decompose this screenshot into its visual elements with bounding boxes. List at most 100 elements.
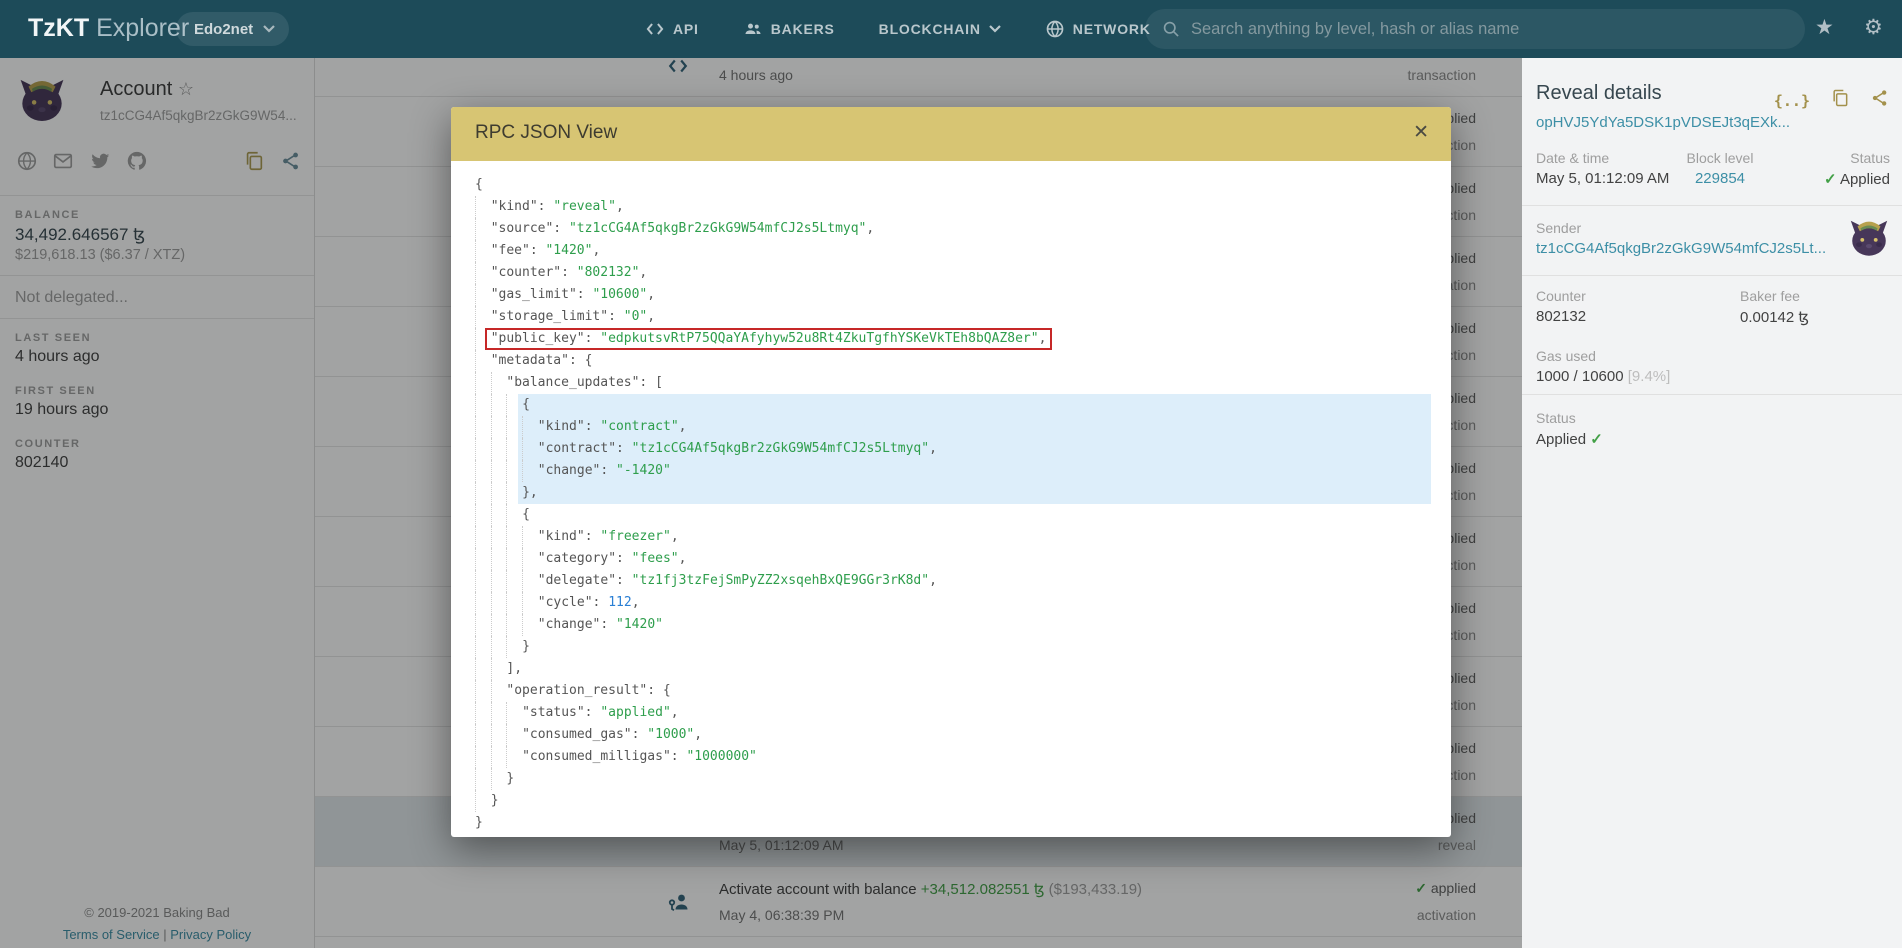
indent-guide (475, 768, 491, 790)
indent-guide (491, 592, 507, 614)
indent-guide (475, 372, 491, 394)
brand-bold: TzKT (28, 14, 89, 42)
brand-logo[interactable]: TzKT Explorer (28, 14, 189, 43)
indent-guide (491, 482, 507, 504)
json-code-line: "public_key": "edpkutsvRtP75QQaYAfyhyw52… (475, 328, 1451, 350)
block-level-link[interactable]: 229854 (1665, 170, 1775, 187)
indent-guide (475, 680, 491, 702)
globe-icon (1045, 19, 1065, 39)
json-code-line: "kind": "contract", (475, 416, 1451, 438)
indent-guide (475, 592, 491, 614)
indent-guide (475, 790, 491, 812)
date-value: May 5, 01:12:09 AM (1536, 170, 1669, 187)
close-icon[interactable]: ✕ (1413, 121, 1429, 144)
indent-guide (522, 592, 538, 614)
sender-avatar (1846, 214, 1892, 265)
chevron-down-icon (989, 25, 1001, 33)
nav-item-api[interactable]: API (645, 19, 699, 39)
highlighted-public-key-box: "public_key": "edpkutsvRtP75QQaYAfyhyw52… (485, 328, 1053, 350)
indent-guide (491, 680, 507, 702)
copy-icon[interactable] (1830, 88, 1850, 113)
gas-percent: [9.4%] (1628, 368, 1671, 385)
check-icon: ✓ (1824, 171, 1837, 188)
nav-item-label: BLOCKCHAIN (879, 21, 981, 37)
indent-guide (475, 416, 491, 438)
json-code-block: {"kind": "reveal","source": "tz1cCG4Af5q… (475, 174, 1451, 834)
json-code-line: "kind": "reveal", (475, 196, 1451, 218)
network-selector-label: Edo2net (194, 21, 253, 38)
indent-guide (506, 592, 522, 614)
indent-guide (475, 460, 491, 482)
baker-fee-value: 0.00142 ꜩ (1740, 308, 1809, 326)
nav-item-bakers[interactable]: BAKERS (743, 19, 835, 39)
sender-label: Sender (1536, 220, 1581, 236)
modal-header: RPC JSON View ✕ (451, 107, 1451, 161)
nav-menu: API BAKERS BLOCKCHAIN NETWORK (645, 0, 1151, 58)
counter-value: 802132 (1536, 308, 1586, 325)
status2-label: Status (1536, 410, 1576, 426)
chevron-down-icon (263, 25, 275, 33)
indent-guide (506, 482, 522, 504)
json-code-line: } (475, 768, 1451, 790)
favorites-star-icon[interactable]: ★ (1815, 17, 1834, 39)
json-code-line: ], (475, 658, 1451, 680)
json-code-line: "kind": "freezer", (475, 526, 1451, 548)
indent-guide (506, 438, 522, 460)
network-selector[interactable]: Edo2net (176, 12, 289, 46)
people-icon (743, 19, 763, 39)
json-code-line: "fee": "1420", (475, 240, 1451, 262)
settings-gear-icon[interactable]: ⚙ (1864, 17, 1883, 39)
indent-guide (491, 394, 507, 416)
indent-guide (475, 350, 491, 372)
search-input[interactable] (1191, 20, 1789, 39)
baker-fee-label: Baker fee (1740, 288, 1800, 304)
json-code-line: "source": "tz1cCG4Af5qkgBr2zGkG9W54mfCJ2… (475, 218, 1451, 240)
search-bar[interactable] (1145, 9, 1805, 49)
json-code-line: "category": "fees", (475, 548, 1451, 570)
modal-title: RPC JSON View (475, 122, 617, 144)
indent-guide (475, 658, 491, 680)
operation-hash-link[interactable]: opHVJ5YdYa5DSK1pVDSEJt3qEXk... (1536, 114, 1790, 131)
indent-guide (475, 240, 491, 262)
indent-guide (491, 658, 507, 680)
indent-guide (475, 482, 491, 504)
json-code-line: "gas_limit": "10600", (475, 284, 1451, 306)
status2-value: Applied ✓ (1536, 430, 1603, 448)
json-code-line: "consumed_gas": "1000", (475, 724, 1451, 746)
sender-address-link[interactable]: tz1cCG4Af5qkgBr2zGkG9W54mfCJ2s5Lt... (1536, 240, 1826, 257)
indent-guide (506, 416, 522, 438)
indent-guide (475, 724, 491, 746)
indent-guide (522, 460, 538, 482)
divider (1522, 205, 1902, 206)
json-code-line: "cycle": 112, (475, 592, 1451, 614)
indent-guide (506, 570, 522, 592)
indent-guide (491, 526, 507, 548)
indent-guide (491, 636, 507, 658)
date-label: Date & time (1536, 150, 1609, 166)
indent-guide (475, 636, 491, 658)
indent-guide (506, 614, 522, 636)
json-code-line: "metadata": { (475, 350, 1451, 372)
block-level-label: Block level (1665, 150, 1775, 166)
indent-guide (475, 526, 491, 548)
indent-guide (522, 416, 538, 438)
raw-json-icon[interactable]: {..} (1774, 92, 1810, 110)
share-icon[interactable] (1870, 88, 1890, 113)
counter-label: Counter (1536, 288, 1586, 304)
indent-guide (522, 614, 538, 636)
indent-guide (491, 416, 507, 438)
indent-guide (506, 526, 522, 548)
nav-item-blockchain[interactable]: BLOCKCHAIN (879, 21, 1001, 37)
json-code-line: } (475, 636, 1451, 658)
json-code-line: "status": "applied", (475, 702, 1451, 724)
indent-guide (475, 284, 491, 306)
indent-guide (475, 746, 491, 768)
nav-item-network[interactable]: NETWORK (1045, 19, 1151, 39)
json-code-line: "consumed_milligas": "1000000" (475, 746, 1451, 768)
json-code-line: "delegate": "tz1fj3tzFejSmPyZZ2xsqehBxQE… (475, 570, 1451, 592)
indent-guide (506, 548, 522, 570)
indent-guide (491, 702, 507, 724)
indent-guide (475, 218, 491, 240)
json-code-line: "change": "1420" (475, 614, 1451, 636)
indent-guide (491, 504, 507, 526)
